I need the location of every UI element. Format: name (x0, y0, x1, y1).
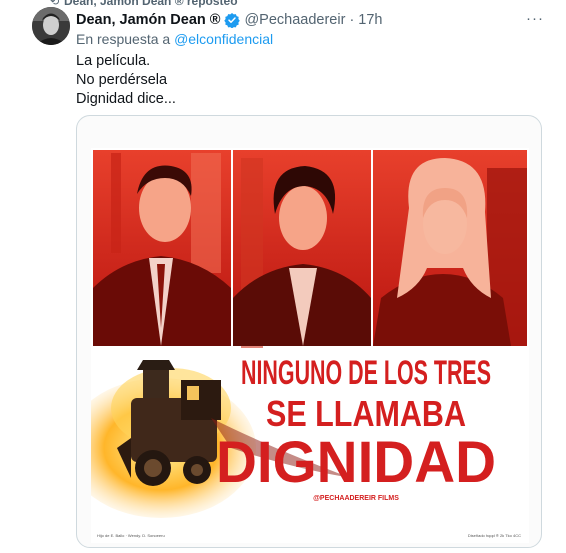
timestamp[interactable]: 17h (358, 12, 382, 28)
verified-badge-icon (224, 12, 241, 29)
avatar[interactable] (32, 7, 70, 45)
poster-title-line3: DIGNIDAD (216, 430, 496, 495)
tweet-text: La película. No perdérsela Dignidad dice… (76, 52, 176, 109)
separator-dot: · (349, 12, 355, 28)
poster-title-line1: NINGUNO DE LOS TRES (241, 354, 491, 392)
poster-small-left: Hijo de E. Ballo · Wendy. D. Sonoeeru (97, 533, 165, 538)
poster-credit: @PECHAADEREIR FILMS (313, 495, 399, 502)
repost-bar[interactable]: ⟲ Dean, Jamón Dean ® reposteó (50, 0, 350, 10)
movie-poster-image[interactable]: NINGUNO DE LOS TRES SE LLAMABA DIGNIDAD … (91, 148, 529, 543)
reply-prefix: En respuesta a (76, 31, 171, 47)
portrait-panel-center (233, 150, 371, 348)
display-name[interactable]: Dean, Jamón Dean ® (76, 12, 220, 28)
portrait-panel-right (373, 150, 527, 346)
more-options-icon[interactable]: ··· (524, 9, 546, 29)
reply-context: En respuesta a @elconfidencial (76, 31, 273, 47)
tweet-line: Dignidad dice... (76, 91, 176, 107)
media-card[interactable]: NINGUNO DE LOS TRES SE LLAMABA DIGNIDAD … (76, 115, 542, 548)
tweet-header: Dean, Jamón Dean ® @Pechaadereir · 17h (76, 10, 382, 30)
user-handle[interactable]: @Pechaadereir (244, 12, 345, 28)
tweet-line: No perdérsela (76, 72, 168, 88)
portrait-panel-left (93, 150, 231, 346)
reply-handle-link[interactable]: @elconfidencial (174, 31, 273, 47)
poster-title-line2: SE LLAMABA (266, 393, 466, 434)
repost-label: Dean, Jamón Dean ® reposteó (64, 0, 238, 8)
tweet-line: La película. (76, 53, 151, 69)
poster-small-right: Diseñado hqqd ® 2k Tko 4CC (468, 533, 521, 538)
